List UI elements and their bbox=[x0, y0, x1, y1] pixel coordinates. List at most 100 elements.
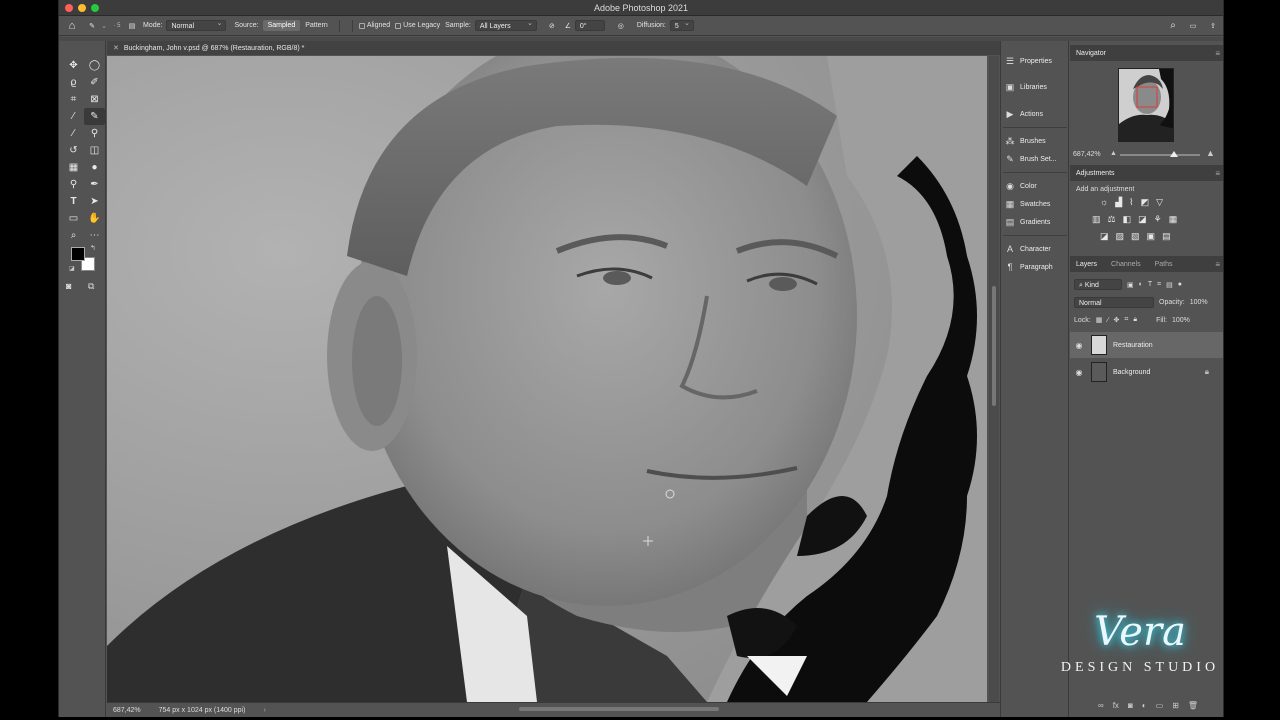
minimize-window-button[interactable] bbox=[78, 4, 86, 12]
layer-filter-kind[interactable]: ⌕ Kind bbox=[1074, 279, 1122, 290]
clone-stamp-tool-icon[interactable]: ⚲ bbox=[84, 125, 105, 142]
layer-row-background[interactable]: ◉ Background 🔒︎ bbox=[1070, 359, 1223, 385]
panel-paragraph[interactable]: ¶ Paragraph bbox=[1005, 259, 1067, 275]
threshold-icon[interactable]: ▧ bbox=[1131, 231, 1140, 242]
chevron-down-icon[interactable]: ⌄ bbox=[99, 22, 109, 30]
healing-brush-tool-icon[interactable]: ✎ bbox=[85, 22, 99, 30]
navigator-header[interactable]: Navigator ≡ bbox=[1070, 45, 1223, 61]
type-tool-icon[interactable]: T bbox=[63, 193, 84, 210]
new-layer-icon[interactable]: ⊞ bbox=[1172, 701, 1179, 710]
eraser-tool-icon[interactable]: ◫ bbox=[84, 142, 105, 159]
delete-layer-icon[interactable]: 🗑︎ bbox=[1188, 701, 1198, 710]
dodge-tool-icon[interactable]: ⚲ bbox=[63, 176, 84, 193]
panel-brush-settings[interactable]: ✎ Brush Set... bbox=[1005, 151, 1067, 167]
pen-tool-icon[interactable]: ✒ bbox=[84, 176, 105, 193]
aligned-checkbox[interactable] bbox=[358, 22, 365, 29]
angle-input[interactable]: 0° bbox=[574, 20, 605, 31]
blur-tool-icon[interactable]: ● bbox=[84, 159, 105, 176]
sample-select[interactable]: All Layers bbox=[474, 18, 537, 31]
lock-all-icon[interactable]: 🔒︎ bbox=[1133, 316, 1137, 324]
channel-mixer-icon[interactable]: ⚘ bbox=[1154, 214, 1162, 225]
levels-icon[interactable]: ▟ bbox=[1115, 197, 1122, 208]
ignore-adjustment-layers-icon[interactable]: ⊘ bbox=[543, 22, 561, 30]
status-menu-icon[interactable]: › bbox=[263, 707, 265, 714]
quick-selection-tool-icon[interactable]: ✐ bbox=[84, 74, 105, 91]
layer-style-icon[interactable]: fx bbox=[1113, 701, 1119, 710]
eyedropper-tool-icon[interactable]: ⁄ bbox=[63, 108, 84, 125]
search-icon[interactable]: ⌕ bbox=[1163, 20, 1183, 31]
filter-shape-icon[interactable]: ⌗ bbox=[1157, 281, 1161, 289]
history-brush-tool-icon[interactable]: ↺ bbox=[63, 142, 84, 159]
lock-position-icon[interactable]: ✥ bbox=[1114, 316, 1120, 324]
diffusion-select[interactable]: 5 bbox=[669, 18, 694, 31]
vertical-scrollbar[interactable] bbox=[989, 56, 999, 702]
screen-mode-icon[interactable]: ⧉ bbox=[88, 281, 94, 292]
tab-channels[interactable]: Channels bbox=[1111, 261, 1141, 268]
healing-brush-tool-icon[interactable]: ✎ bbox=[84, 108, 105, 125]
panel-color[interactable]: ◉ Color bbox=[1005, 178, 1067, 194]
blend-mode-select[interactable]: Normal bbox=[1074, 297, 1154, 308]
hue-saturation-icon[interactable]: ▥ bbox=[1092, 214, 1101, 225]
zoom-slider-knob[interactable] bbox=[1170, 151, 1178, 157]
source-panel-icon[interactable]: ▤ bbox=[125, 22, 139, 30]
posterize-icon[interactable]: ▨ bbox=[1116, 231, 1125, 242]
source-sampled-button[interactable]: Sampled bbox=[262, 20, 301, 31]
close-tab-icon[interactable]: ✕ bbox=[113, 44, 119, 52]
filter-adjustment-icon[interactable]: ◐ bbox=[1139, 281, 1143, 288]
swap-colors-icon[interactable]: ↰ bbox=[90, 244, 96, 252]
panel-gradients[interactable]: ▤ Gradients bbox=[1005, 214, 1067, 230]
brightness-contrast-icon[interactable]: ☼ bbox=[1100, 197, 1108, 208]
crop-tool-icon[interactable]: ⌗ bbox=[63, 91, 84, 108]
curves-icon[interactable]: ⌇ bbox=[1129, 197, 1133, 208]
path-selection-tool-icon[interactable]: ➤ bbox=[84, 193, 105, 210]
source-pattern-button[interactable]: Pattern bbox=[300, 20, 333, 31]
link-layers-icon[interactable]: ∞ bbox=[1098, 701, 1104, 710]
zoom-out-icon[interactable]: ▲ bbox=[1110, 150, 1117, 157]
default-colors-icon[interactable]: ◪ bbox=[69, 265, 75, 272]
selective-color-icon[interactable]: ▣ bbox=[1147, 231, 1156, 242]
panel-libraries[interactable]: ▣ Libraries bbox=[1005, 79, 1067, 95]
mode-select[interactable]: Normal bbox=[166, 18, 227, 31]
panel-brushes[interactable]: ⁂ Brushes bbox=[1005, 133, 1067, 149]
move-tool-icon[interactable]: ✥ bbox=[63, 57, 84, 74]
panel-swatches[interactable]: ▦ Swatches bbox=[1005, 196, 1067, 212]
hand-tool-icon[interactable]: ✋ bbox=[84, 210, 105, 227]
navigator-thumbnail[interactable] bbox=[1118, 68, 1174, 142]
visibility-eye-icon[interactable]: ◉ bbox=[1070, 368, 1088, 377]
photo-filter-icon[interactable]: ◪ bbox=[1138, 214, 1147, 225]
filter-toggle-icon[interactable]: ● bbox=[1178, 281, 1182, 288]
gradient-map-icon[interactable]: ▤ bbox=[1162, 231, 1171, 242]
vibrance-icon[interactable]: ▽ bbox=[1156, 197, 1163, 208]
close-window-button[interactable] bbox=[65, 4, 73, 12]
panel-character[interactable]: A Character bbox=[1005, 241, 1067, 257]
brush-size-preset[interactable]: · 5 bbox=[109, 23, 125, 29]
brush-tool-icon[interactable]: ∕ bbox=[63, 125, 84, 142]
panel-menu-icon[interactable]: ≡ bbox=[1215, 49, 1220, 58]
horizontal-scroll-thumb[interactable] bbox=[519, 707, 719, 711]
tab-paths[interactable]: Paths bbox=[1155, 261, 1173, 268]
share-icon[interactable]: ⇪ bbox=[1203, 22, 1223, 30]
filter-type-icon[interactable]: T bbox=[1148, 281, 1152, 288]
lock-pixels-icon[interactable]: ∕ bbox=[1107, 317, 1108, 324]
new-adjustment-icon[interactable]: ◐ bbox=[1142, 701, 1147, 710]
exposure-icon[interactable]: ◩ bbox=[1141, 197, 1150, 208]
panel-menu-icon[interactable]: ≡ bbox=[1215, 169, 1220, 178]
image-canvas[interactable] bbox=[107, 56, 987, 702]
gradient-tool-icon[interactable]: ▦ bbox=[63, 159, 84, 176]
tab-layers[interactable]: Layers bbox=[1076, 261, 1097, 268]
new-group-icon[interactable]: ▭ bbox=[1156, 701, 1164, 710]
rectangle-tool-icon[interactable]: ▭ bbox=[63, 210, 84, 227]
lasso-tool-icon[interactable]: ϱ bbox=[63, 74, 84, 91]
workspace-icon[interactable]: ▭ bbox=[1183, 22, 1203, 30]
lock-artboard-icon[interactable]: ⌗ bbox=[1124, 316, 1128, 324]
layer-row-restauration[interactable]: ◉ Restauration bbox=[1070, 332, 1223, 358]
use-legacy-checkbox[interactable] bbox=[395, 22, 402, 29]
panel-properties[interactable]: ☰ Properties bbox=[1005, 53, 1067, 69]
filter-smart-icon[interactable]: ▤ bbox=[1166, 281, 1173, 289]
navigator-zoom-value[interactable]: 687,42% bbox=[1073, 151, 1101, 158]
quick-mask-icon[interactable]: ◙ bbox=[66, 281, 71, 291]
add-mask-icon[interactable]: ◙ bbox=[1128, 701, 1133, 710]
color-lookup-icon[interactable]: ▦ bbox=[1169, 214, 1178, 225]
visibility-eye-icon[interactable]: ◉ bbox=[1070, 341, 1088, 350]
marquee-tool-icon[interactable]: ◯ bbox=[84, 57, 105, 74]
